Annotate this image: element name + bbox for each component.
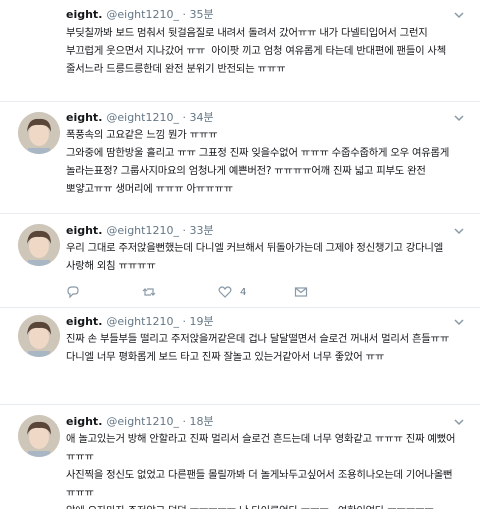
avatar[interactable] [18,415,60,457]
avatar[interactable] [18,315,60,357]
heart-icon [218,286,232,298]
timestamp[interactable]: · 33분 [182,224,213,237]
reply-button[interactable] [66,284,142,300]
retweet-icon [142,288,156,296]
tweet[interactable]: eight. @eight1210_ · 34분 폭풍속의 고요같은 느낌 뭔가 … [0,102,480,214]
reply-icon [67,286,79,299]
timestamp[interactable]: · 35분 [182,8,213,21]
avatar[interactable] [18,112,60,154]
tweet-header: eight. @eight1210_ · 35분 [66,8,214,22]
like-button[interactable]: 4 [218,284,294,300]
user-handle[interactable]: @eight1210_ [106,111,179,124]
tweet-feed: eight. @eight1210_ · 35분 부딪칠까봐 보드 멈춰서 뒷걸음… [0,0,480,509]
chevron-down-icon[interactable] [452,315,466,329]
dm-button[interactable] [294,284,370,300]
display-name[interactable]: eight. [66,315,102,328]
tweet-actions: 4 [66,284,370,300]
tweet-text: 진짜 손 부들부들 떨리고 주저앉을꺼같은데 겁나 달달떨면서 슬로건 꺼내서 … [66,333,453,363]
timestamp[interactable]: · 18분 [182,415,213,428]
tweet-header: eight. @eight1210_ · 19분 [66,315,214,329]
tweet[interactable]: eight. @eight1210_ · 18분 애 놀고있는거 방해 안할라고 … [0,405,480,509]
tweet-text: 부딪칠까봐 보드 멈춰서 뒷걸음질로 내려서 돌려서 갔어ㅠㅠ 내가 다넬티입어… [66,27,450,75]
user-handle[interactable]: @eight1210_ [106,415,179,428]
tweet-header: eight. @eight1210_ · 33분 [66,224,214,238]
like-count: 4 [240,286,247,298]
tweet-header: eight. @eight1210_ · 34분 [66,111,214,125]
timestamp[interactable]: · 19분 [182,315,213,328]
tweet-header: eight. @eight1210_ · 18분 [66,415,214,429]
timestamp[interactable]: · 34분 [182,111,213,124]
avatar[interactable] [18,224,60,266]
tweet[interactable]: eight. @eight1210_ · 35분 부딪칠까봐 보드 멈춰서 뒷걸음… [0,0,480,102]
chevron-down-icon[interactable] [452,415,466,429]
user-handle[interactable]: @eight1210_ [106,224,179,237]
chevron-down-icon[interactable] [452,111,466,125]
display-name[interactable]: eight. [66,111,102,124]
tweet-text: 폭풍속의 고요같은 느낌 뭔가 ㅠㅠㅠ 그와중에 땀한방울 흘리고 ㅠㅠ 그표정… [66,129,450,195]
tweet[interactable]: eight. @eight1210_ · 33분 우리 그대로 주저앉을뻔했는데 … [0,214,480,308]
mail-icon [294,287,308,297]
chevron-down-icon[interactable] [452,224,466,238]
retweet-button[interactable] [142,284,218,300]
display-name[interactable]: eight. [66,8,102,21]
display-name[interactable]: eight. [66,224,102,237]
chevron-down-icon[interactable] [452,8,466,22]
display-name[interactable]: eight. [66,415,102,428]
tweet-text: 애 놀고있는거 방해 안할라고 진짜 멀리서 슬로건 흔드는데 너무 영화같고 … [66,433,456,509]
user-handle[interactable]: @eight1210_ [106,315,179,328]
tweet[interactable]: eight. @eight1210_ · 19분 진짜 손 부들부들 떨리고 주저… [0,308,480,405]
user-handle[interactable]: @eight1210_ [106,8,179,21]
tweet-text: 우리 그대로 주저앉을뻔했는데 다니엘 커브해서 뒤돌아가는데 그제야 정신챙기… [66,242,447,272]
